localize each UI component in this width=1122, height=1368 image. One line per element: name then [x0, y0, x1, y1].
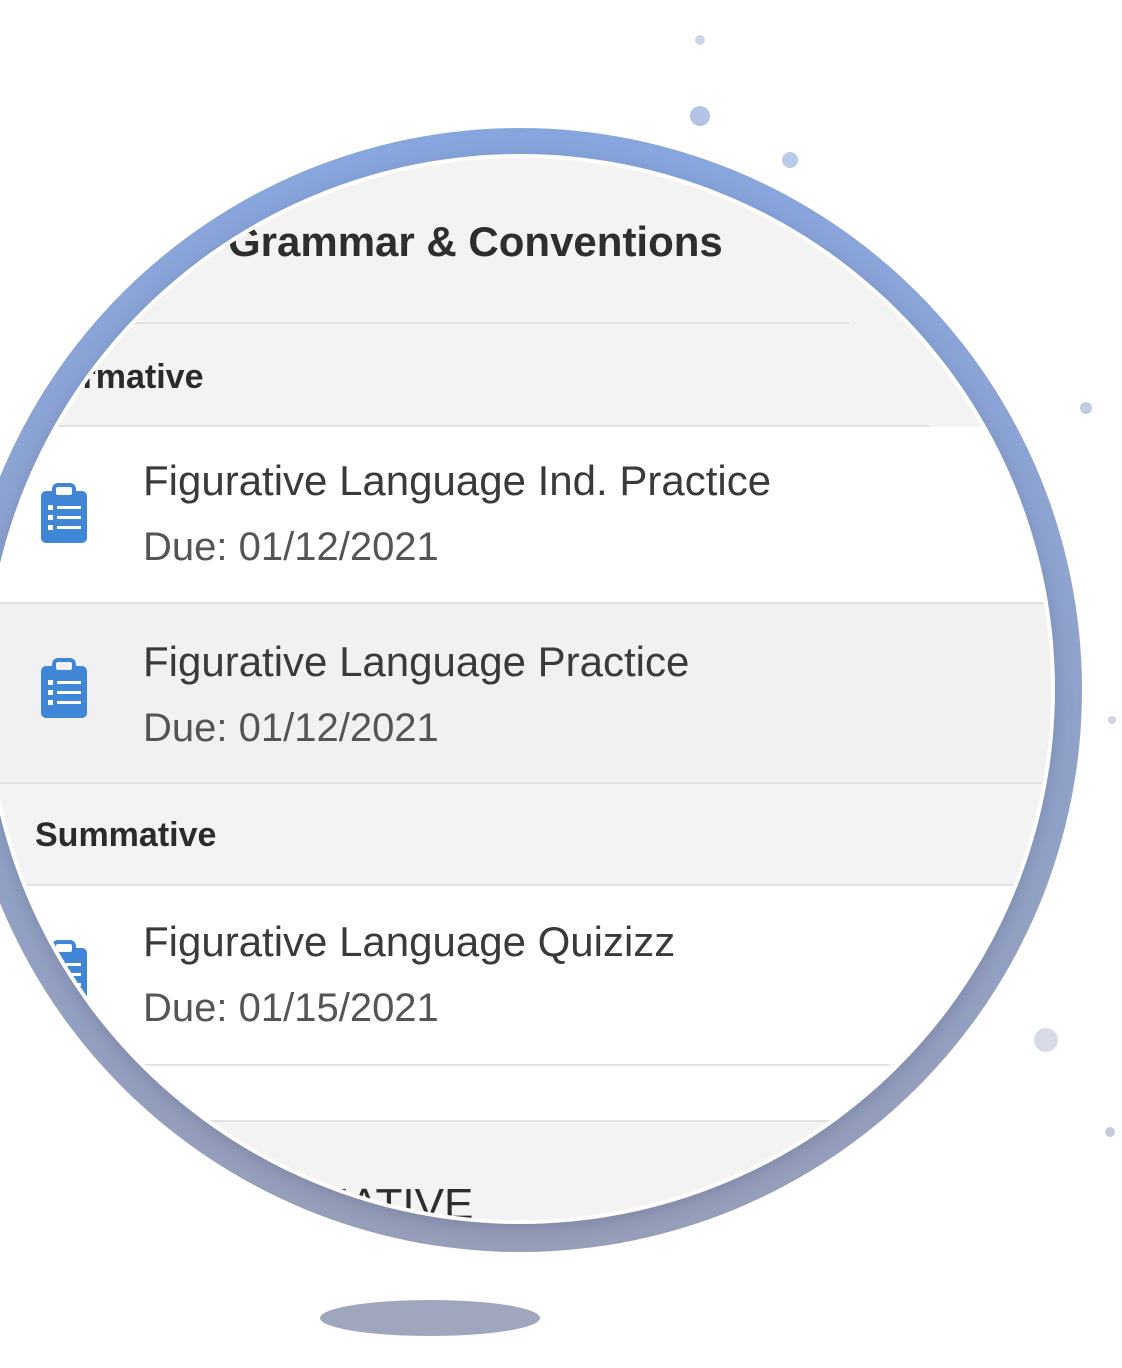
group-label: Formative — [41, 358, 204, 396]
magnifier-lens: Grammar & Conventions Formative Figurati… — [0, 158, 1051, 1220]
item-title: Figurative Language Practice — [143, 638, 690, 685]
item-title: Figurative Language Quizizz — [143, 918, 676, 965]
assignment-icon — [41, 940, 87, 1000]
list-item[interactable]: Figurative Language Ind. Practice Due: 0… — [0, 427, 1051, 603]
assignment-icon — [41, 658, 87, 718]
item-due-date: Due: 01/15/2021 — [143, 986, 439, 1030]
section-header-summative[interactable]: SUMMATIVE — [0, 1122, 1051, 1220]
section-title: SUMMATIVE — [215, 1180, 474, 1220]
list-spacer — [0, 1066, 1051, 1120]
group-label: Summative — [35, 816, 217, 854]
group-header-summative: Summative — [0, 784, 1051, 884]
assignment-list: Grammar & Conventions Formative Figurati… — [0, 158, 1051, 1220]
section-title: Grammar & Conventions — [228, 218, 723, 265]
assignment-icon — [41, 483, 87, 543]
section-header-grammar[interactable]: Grammar & Conventions — [0, 158, 1051, 324]
item-title: Figurative Language Ind. Practice — [143, 457, 772, 504]
group-header-formative: Formative — [0, 324, 1051, 426]
list-item[interactable]: Figurative Language Practice Due: 01/12/… — [0, 604, 1051, 782]
item-due-date: Due: 01/12/2021 — [143, 706, 439, 750]
item-due-date: Due: 01/12/2021 — [143, 525, 439, 569]
list-item[interactable]: Figurative Language Quizizz Due: 01/15/2… — [0, 886, 1051, 1064]
